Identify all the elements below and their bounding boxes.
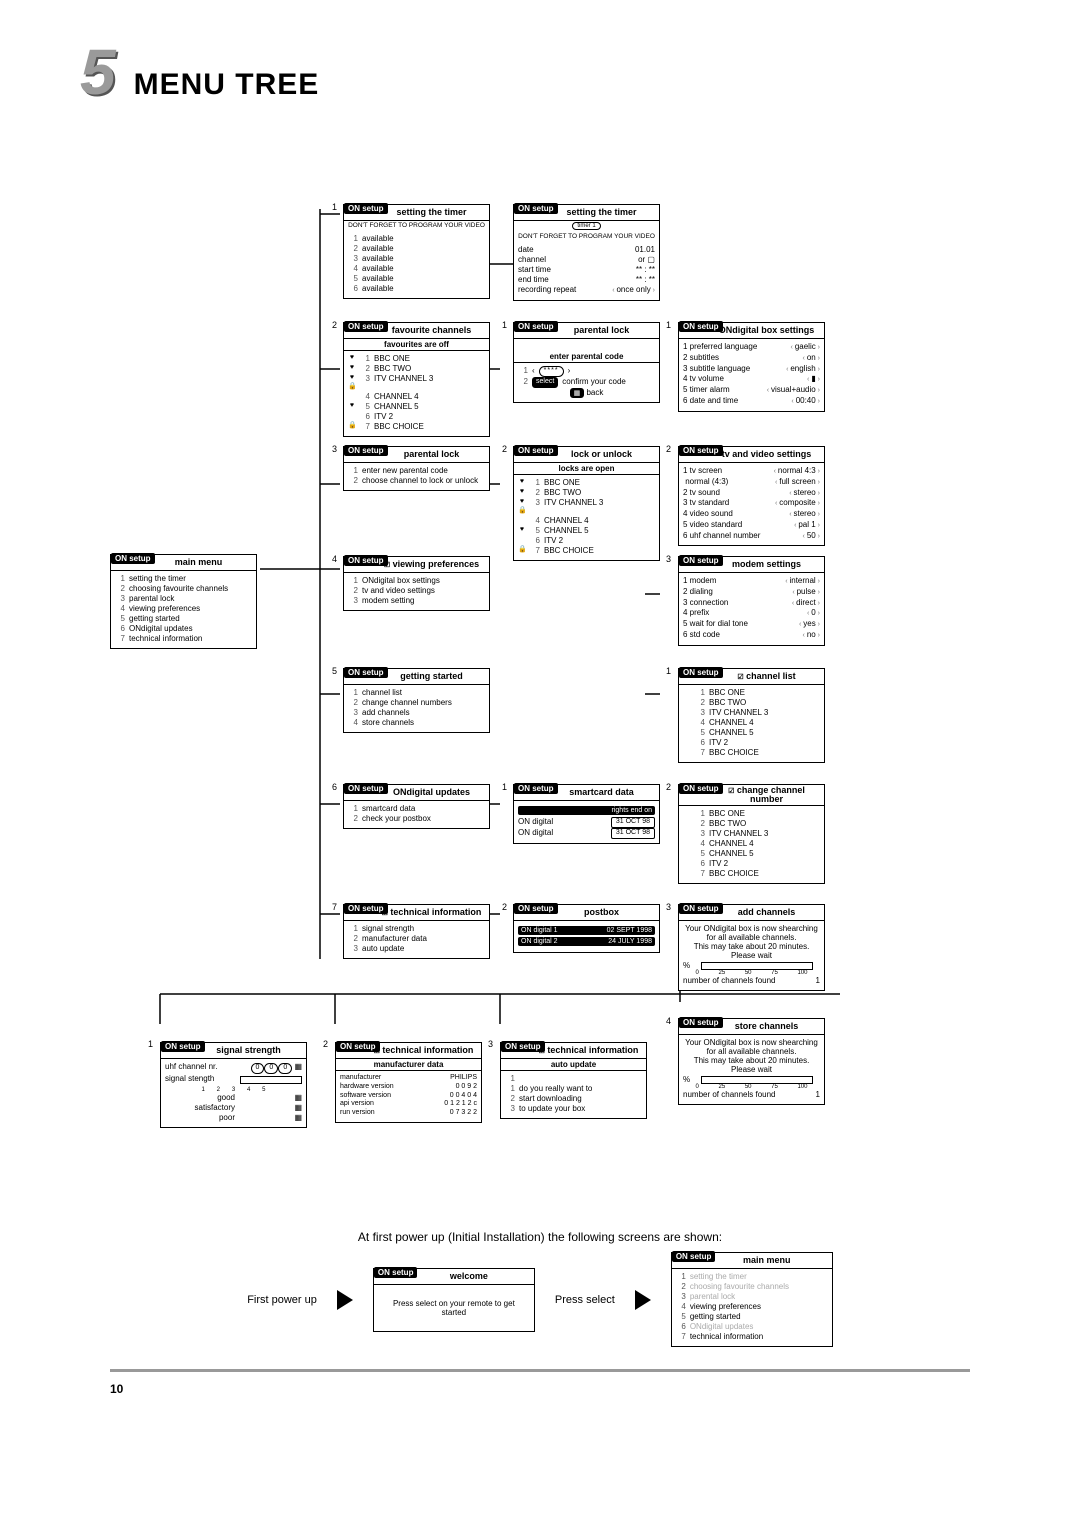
panel-final-menu: ON setup main menu 1setting the timer2ch… [671, 1252, 833, 1347]
arrow-icon [337, 1290, 353, 1310]
panel-favourites: ON setup favourite channels favourites a… [343, 322, 490, 437]
panel-getting-started: ON setup getting started 1channel list2c… [343, 668, 490, 733]
panel-welcome: ON setup welcome Press select on your re… [373, 1268, 535, 1332]
panel-tv-video: ON setup tv and video settings 1 tv scre… [678, 446, 825, 546]
panel-postbox: ON setup postbox ON digital 102 SEPT 199… [513, 904, 660, 953]
panel-channel-list: ON setup ☑ channel list 1BBC ONE2BBC TWO… [678, 668, 825, 763]
panel-timer-a: ON setup setting the timer DON'T FORGET … [343, 204, 490, 299]
panel-technical: ON setup ☑ technical information 1signal… [343, 904, 490, 959]
first-power-row: First power up ON setup welcome Press se… [80, 1252, 1000, 1347]
panel-parental-lock: ON setup parental lock 1enter new parent… [343, 446, 490, 491]
section-number: 5 [80, 40, 116, 104]
panel-mfr-data: ON setup ☑ technical information manufac… [335, 1042, 482, 1123]
page-number: 10 [110, 1382, 1000, 1396]
arrow-icon [635, 1290, 651, 1310]
initial-note: At first power up (Initial Installation)… [80, 1230, 1000, 1244]
panel-store-channels: ON setup store channels Your ONdigital b… [678, 1018, 825, 1105]
panel-add-channels: ON setup add channels Your ONdigital box… [678, 904, 825, 991]
panel-change-channel: ON setup ☑ change channelnumber 1BBC ONE… [678, 784, 825, 884]
panel-lock-unlock: ON setup lock or unlock locks are open ♥… [513, 446, 660, 561]
panel-modem: ON setup modem settings 1 modem‹ interna… [678, 556, 825, 646]
diagram-canvas: 1 2 1 1 3 2 2 4 3 5 1 6 1 2 7 2 3 4 1 2 … [80, 124, 1000, 1224]
panel-viewing-prefs: ON setup ☑ viewing preferences 1ONdigita… [343, 556, 490, 611]
panel-auto-update: ON setup ☑ technical information auto up… [500, 1042, 647, 1119]
panel-timer-b: ON setup setting the timer timer 1 DON'T… [513, 204, 660, 301]
panel-main-menu: ON setup main menu 1setting the timer2ch… [110, 554, 257, 649]
page-title: MENU TREE [134, 68, 320, 102]
panel-box-settings: ON setup ONdigital box settings 1 prefer… [678, 322, 825, 412]
panel-signal-strength: ON setup signal strength uhf channel nr.… [160, 1042, 307, 1128]
panel-parental-lock-entry: ON setup parental lock enter parental co… [513, 322, 660, 403]
panel-updates: ON setup ONdigital updates 1smartcard da… [343, 784, 490, 829]
panel-smartcard: ON setup smartcard data rights end on ON… [513, 784, 660, 844]
